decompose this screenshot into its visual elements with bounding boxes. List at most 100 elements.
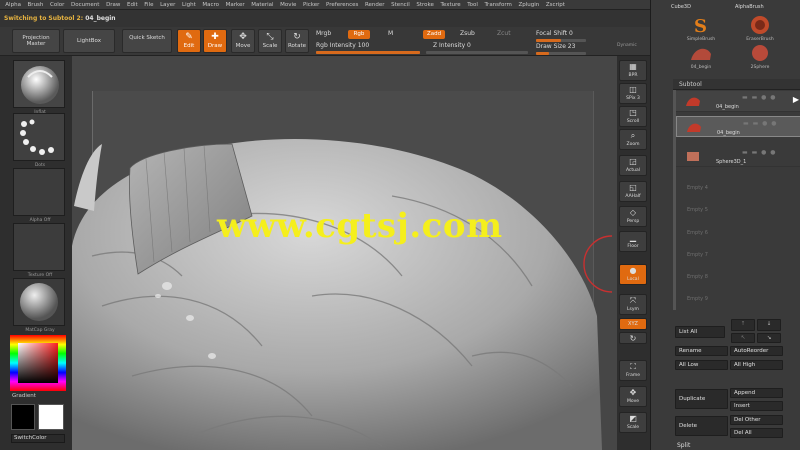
menu-macro[interactable]: Macro	[199, 0, 222, 9]
zadd-toggle[interactable]: Zadd	[423, 30, 445, 39]
rgb-toggle[interactable]: Rgb	[348, 30, 370, 39]
menu-texture[interactable]: Texture	[437, 0, 464, 9]
subtool-row-3[interactable]: ▬ ▬ ● ● Sphere3D_1	[676, 146, 800, 167]
alpha-selector[interactable]: Alpha Off	[13, 168, 65, 223]
menu-stencil[interactable]: Stencil	[388, 0, 413, 9]
right-shelf-spix-3-button[interactable]: ◫ SPix 3	[619, 83, 647, 104]
lightbox-button[interactable]: LightBox	[63, 29, 115, 53]
rotate-button[interactable]: ↻ Rotate	[285, 29, 309, 53]
m-toggle[interactable]: M	[388, 30, 393, 37]
menu-zplugin[interactable]: Zplugin	[515, 0, 542, 9]
insert-button[interactable]: Insert	[730, 401, 783, 411]
move-down-arrow-icon[interactable]: ↓	[757, 319, 781, 331]
top-toolbar: Projection Master LightBox Quick Sketch …	[0, 27, 650, 56]
frame-icon: ⛶	[630, 362, 636, 371]
subtool-visibility-icons[interactable]: ▬ ▬ ● ●	[742, 149, 777, 156]
subtool-header[interactable]: Subtool	[673, 79, 800, 90]
duplicate-button[interactable]: Duplicate	[675, 389, 728, 409]
edit-button[interactable]: ✎ Edit	[177, 29, 201, 53]
switch-color-button[interactable]: SwitchColor	[11, 434, 65, 443]
tool-thumb-04-begin[interactable]: 04_begin	[688, 42, 714, 70]
secondary-color-swatch[interactable]	[38, 404, 64, 430]
menu-edit[interactable]: Edit	[124, 0, 141, 9]
right-shelf-local-button[interactable]: ● Local	[619, 264, 647, 285]
menu-draw[interactable]: Draw	[103, 0, 124, 9]
del-other-button[interactable]: Del Other	[730, 415, 783, 425]
move-up-arrow-icon[interactable]: ↑	[731, 319, 755, 331]
delete-button[interactable]: Delete	[675, 416, 728, 436]
arrow-down-right-icon[interactable]: ↘	[757, 333, 781, 343]
z-intensity-slider[interactable]	[426, 51, 528, 54]
projection-master-label: Projection Master	[22, 35, 50, 47]
menu-marker[interactable]: Marker	[222, 0, 248, 9]
mrgb-toggle[interactable]: Mrgb	[316, 30, 331, 37]
2sphere-label: 2Sphere	[750, 65, 770, 70]
arrow-up-left-icon[interactable]: ↖	[731, 333, 755, 343]
subtool-visibility-icons[interactable]: ▬ ▬ ● ●	[743, 120, 778, 127]
append-button[interactable]: Append	[730, 388, 783, 398]
right-shelf-actual-button[interactable]: ◲ Actual	[619, 155, 647, 176]
right-shelf-btn-10-button[interactable]: XYZ	[619, 318, 647, 330]
projection-master-button[interactable]: Projection Master	[12, 29, 60, 53]
scale-button[interactable]: ⤡ Scale	[258, 29, 282, 53]
split-section[interactable]: Split	[677, 442, 690, 449]
main-color-swatch[interactable]	[11, 404, 35, 430]
auto-reorder-button[interactable]: AutoReorder	[730, 346, 783, 356]
material-selector[interactable]: MatCap Gray	[13, 278, 65, 333]
menu-alpha[interactable]: Alpha	[2, 0, 24, 9]
brush-selector[interactable]: Inflat	[13, 60, 65, 115]
menu-color[interactable]: Color	[47, 0, 68, 9]
right-shelf-scale-button[interactable]: ◩ Scale	[619, 412, 647, 433]
rename-button[interactable]: Rename	[675, 346, 728, 356]
zsub-toggle[interactable]: Zsub	[460, 30, 475, 37]
focal-shift-slider[interactable]	[536, 39, 586, 42]
zcut-toggle[interactable]: Zcut	[497, 30, 511, 37]
right-shelf-zoom-button[interactable]: ⌕ Zoom	[619, 129, 647, 150]
list-all-button[interactable]: List All	[675, 326, 725, 338]
right-shelf-frame-button[interactable]: ⛶ Frame	[619, 360, 647, 381]
menu-tool[interactable]: Tool	[464, 0, 481, 9]
empty-slot: Empty 4	[687, 185, 708, 191]
right-shelf-floor-button[interactable]: ▁ Floor	[619, 231, 647, 252]
dynamic-toggle[interactable]: Dynamic	[617, 43, 637, 48]
stroke-selector[interactable]: Dots	[13, 113, 65, 168]
del-all-button[interactable]: Del All	[730, 428, 783, 438]
texture-selector[interactable]: Texture Off	[13, 223, 65, 278]
quick-sketch-button[interactable]: Quick Sketch	[122, 29, 172, 53]
draw-button[interactable]: ✚ Draw	[203, 29, 227, 53]
subtool-row-1[interactable]: ▬ ▬ ● ● 04_begin ▶	[676, 91, 800, 112]
menu-render[interactable]: Render	[362, 0, 388, 9]
menu-layer[interactable]: Layer	[157, 0, 179, 9]
menu-picker[interactable]: Picker	[300, 0, 323, 9]
viewport-canvas[interactable]: www.cgtsj.com	[72, 56, 617, 450]
menu-material[interactable]: Material	[248, 0, 277, 9]
subtool-row-2-selected[interactable]: ▬ ▬ ● ● 04_begin	[676, 116, 800, 137]
empty-slot: Empty 7	[687, 252, 708, 258]
menu-file[interactable]: File	[141, 0, 157, 9]
color-picker[interactable]	[10, 335, 66, 391]
right-shelf-persp-button[interactable]: ◇ Persp	[619, 206, 647, 227]
menu-brush[interactable]: Brush	[24, 0, 46, 9]
right-shelf-btn-11-button[interactable]: ↻	[619, 332, 647, 344]
tool-thumb-eraserbrush[interactable]: EraserBrush	[746, 14, 774, 42]
menu-preferences[interactable]: Preferences	[323, 0, 362, 9]
draw-size-slider[interactable]	[536, 52, 586, 55]
menu-transform[interactable]: Transform	[481, 0, 515, 9]
menu-stroke[interactable]: Stroke	[413, 0, 437, 9]
right-shelf-move-button[interactable]: ✥ Move	[619, 386, 647, 407]
right-shelf-scroll-button[interactable]: ◳ Scroll	[619, 106, 647, 127]
tool-thumb-simplebrush[interactable]: S SimpleBrush	[687, 14, 715, 42]
tool-thumb-2sphere[interactable]: 2Sphere	[747, 42, 773, 70]
menu-movie[interactable]: Movie	[277, 0, 300, 9]
right-shelf-bpr-button[interactable]: ▦ BPR	[619, 60, 647, 81]
subtool-visibility-icons[interactable]: ▬ ▬ ● ●	[742, 94, 777, 101]
rgb-intensity-slider[interactable]	[316, 51, 420, 54]
right-shelf-lsym-button[interactable]: ⤧ Lsym	[619, 294, 647, 315]
menu-document[interactable]: Document	[68, 0, 103, 9]
right-shelf-aahalf-button[interactable]: ◱ AAHalf	[619, 181, 647, 202]
all-high-button[interactable]: All High	[730, 360, 783, 370]
menu-zscript[interactable]: Zscript	[543, 0, 569, 9]
move-button[interactable]: ✥ Move	[231, 29, 255, 53]
menu-light[interactable]: Light	[179, 0, 199, 9]
all-low-button[interactable]: All Low	[675, 360, 728, 370]
